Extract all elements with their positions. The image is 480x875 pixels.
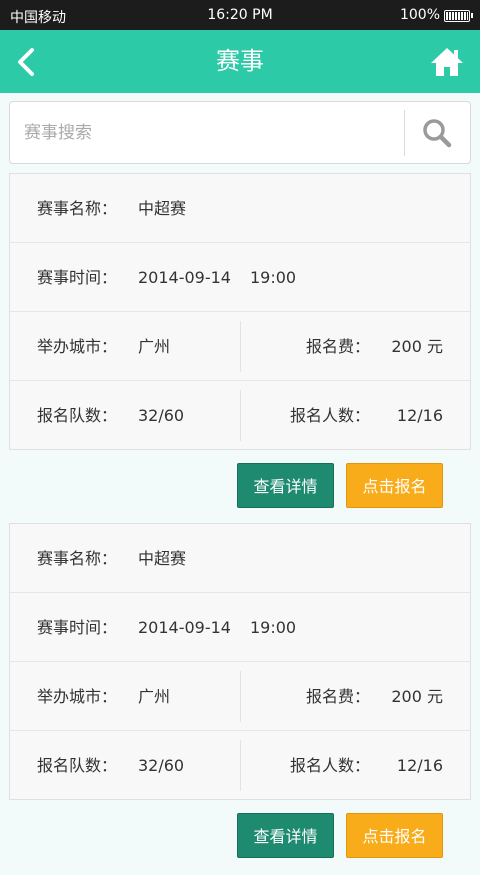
event-time-row: 赛事时间： 2014-09-14 19:00 [10, 593, 470, 662]
view-details-button[interactable]: 查看详情 [237, 463, 334, 508]
search-bar [9, 101, 471, 164]
home-button[interactable] [430, 46, 464, 78]
event-teams-label: 报名队数： [37, 756, 118, 775]
row-divider [240, 390, 241, 441]
page-title: 赛事 [216, 47, 264, 75]
event-fee: 200 元 [391, 337, 443, 356]
event-date: 2014-09-14 [138, 618, 231, 637]
event-count-row: 报名队数： 32/60 报名人数： 12/16 [10, 731, 470, 800]
event-people: 12/16 [396, 756, 443, 775]
event-name-label: 赛事名称： [37, 199, 118, 218]
event-date: 2014-09-14 [138, 268, 231, 287]
view-details-button[interactable]: 查看详情 [237, 813, 334, 858]
event-card: 赛事名称： 中超赛 赛事时间： 2014-09-14 19:00 举办城市： 广… [9, 173, 471, 450]
event-teams-label: 报名队数： [37, 406, 118, 425]
event-city: 广州 [138, 687, 171, 706]
event-time-row: 赛事时间： 2014-09-14 19:00 [10, 243, 470, 312]
event-city-label: 举办城市： [37, 687, 118, 706]
event-city-label: 举办城市： [37, 337, 118, 356]
event-fee-label: 报名费： [305, 687, 370, 706]
event-fee: 200 元 [391, 687, 443, 706]
nav-bar: 赛事 [0, 30, 480, 93]
event-time: 19:00 [250, 268, 297, 287]
event-city-fee-row: 举办城市： 广州 报名费： 200 元 [10, 662, 470, 731]
signup-button[interactable]: 点击报名 [346, 813, 443, 858]
home-icon [431, 48, 463, 76]
event-city-fee-row: 举办城市： 广州 报名费： 200 元 [10, 312, 470, 381]
search-button[interactable] [405, 102, 471, 163]
event-teams: 32/60 [138, 756, 185, 775]
event-time-label: 赛事时间： [37, 268, 118, 287]
event-teams: 32/60 [138, 406, 185, 425]
event-name: 中超赛 [138, 549, 187, 568]
event-name-row: 赛事名称： 中超赛 [10, 174, 470, 243]
back-button[interactable] [10, 44, 44, 80]
search-input[interactable] [10, 102, 404, 163]
battery-level: 100% [399, 7, 440, 23]
event-people: 12/16 [396, 406, 443, 425]
event-count-row: 报名队数： 32/60 报名人数： 12/16 [10, 381, 470, 450]
chevron-left-icon [18, 48, 34, 76]
row-divider [240, 740, 241, 791]
status-bar: 中国移动 16:20 PM 100% [0, 0, 480, 30]
signup-button[interactable]: 点击报名 [346, 463, 443, 508]
event-time: 19:00 [250, 618, 297, 637]
event-name-label: 赛事名称： [37, 549, 118, 568]
event-people-label: 报名人数： [289, 756, 370, 775]
event-time-label: 赛事时间： [37, 618, 118, 637]
event-city: 广州 [138, 337, 171, 356]
row-divider [240, 671, 241, 722]
search-icon [423, 119, 452, 148]
event-people-label: 报名人数： [289, 406, 370, 425]
battery-icon [444, 10, 473, 22]
row-divider [240, 321, 241, 372]
event-card: 赛事名称： 中超赛 赛事时间： 2014-09-14 19:00 举办城市： 广… [9, 523, 471, 800]
event-name: 中超赛 [138, 199, 187, 218]
event-fee-label: 报名费： [305, 337, 370, 356]
event-name-row: 赛事名称： 中超赛 [10, 524, 470, 593]
